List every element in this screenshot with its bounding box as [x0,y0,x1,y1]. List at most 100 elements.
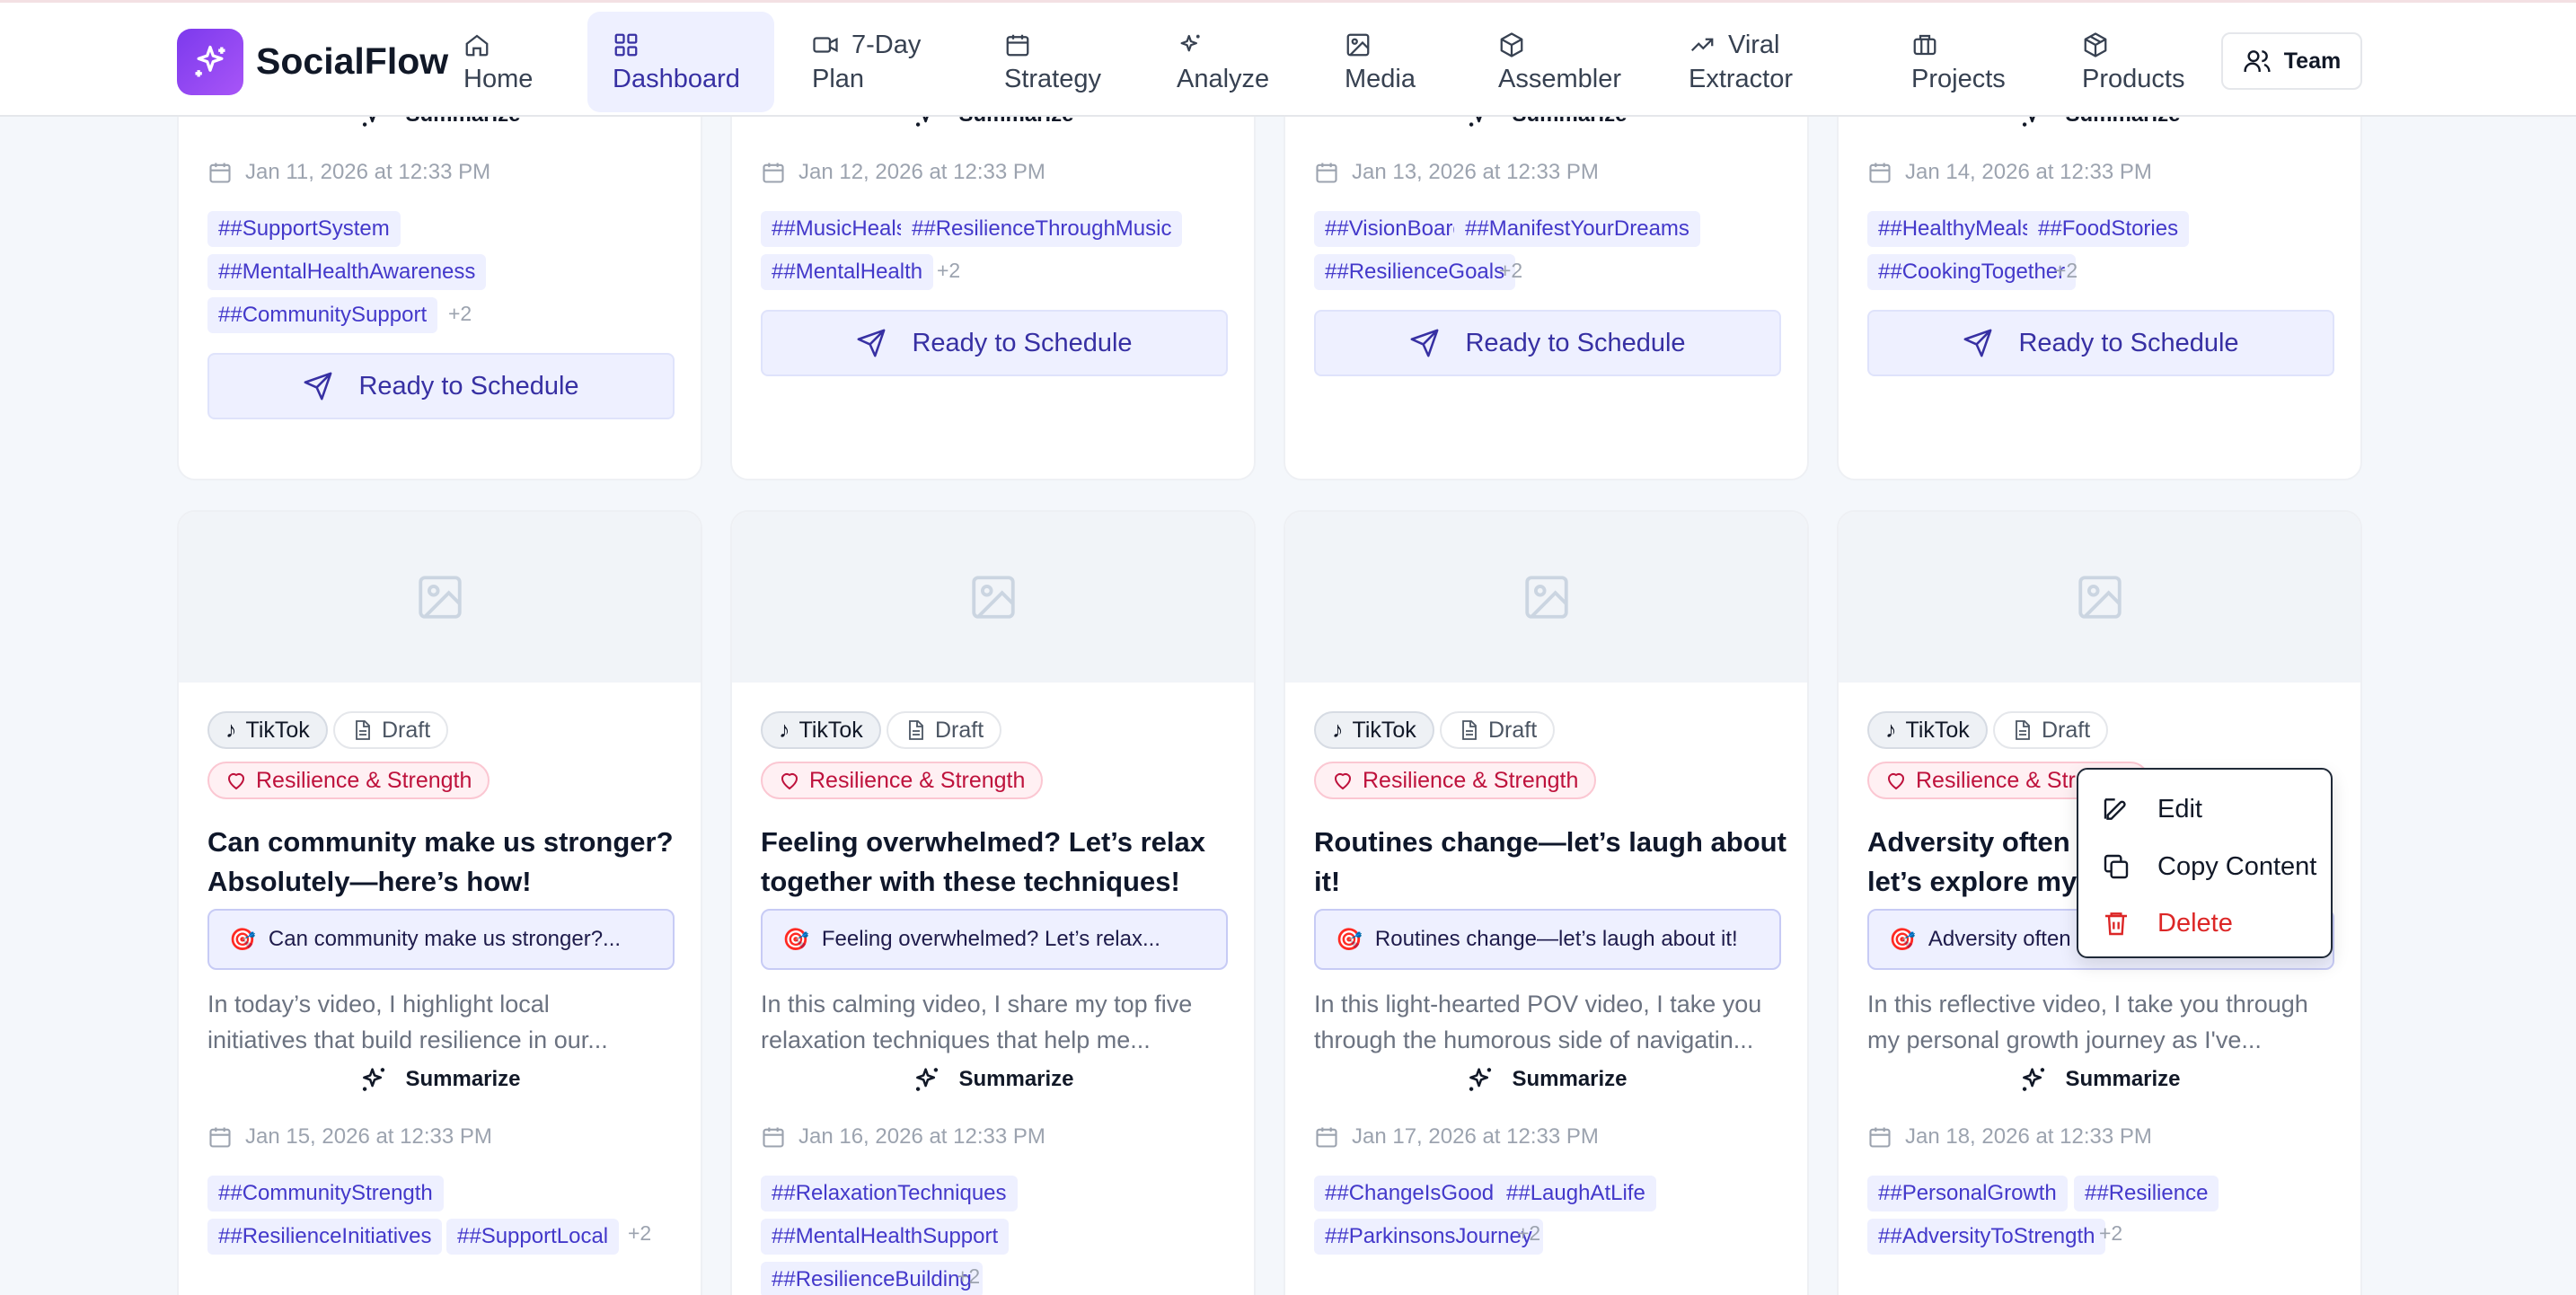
content-card[interactable]: ♪ TikTok Draft Resilience & Strength Can com… [177,510,702,1295]
hashtag: ##HealthyMeals [1867,211,2044,247]
package-icon [2084,32,2107,57]
hashtag: ##CommunityStrength [207,1176,444,1211]
content-card[interactable]: ♪ TikTok Draft Resilience & Strength Routine… [1284,510,1809,1295]
hashtag: ##PersonalGrowth [1867,1176,2068,1211]
desc-line: through the humorous side of navigatin..… [1314,1026,1754,1053]
scheduled-date: Jan 16, 2026 at 12:33 PM [761,1124,1045,1150]
summarize-button[interactable]: Summarize [732,1062,1254,1097]
nav-products-label: Products [2082,65,2185,93]
platform-badge: ♪ TikTok [1867,711,1988,749]
scheduled-date: Jan 14, 2026 at 12:33 PM [1867,160,2152,185]
nav-projects[interactable]: Projects [1886,12,2048,112]
more-tags-count[interactable]: +2 [448,302,472,326]
status-badge: Draft [1440,711,1556,749]
hook-box: 🎯 Can community make us stronger?... [207,909,675,970]
nav-assembler[interactable]: Assembler [1473,12,1644,112]
nav-strategy[interactable]: Strategy [979,12,1132,112]
hashtag: ##MentalHealthAwareness [207,254,487,290]
team-button[interactable]: Team [2221,32,2362,90]
post-title[interactable]: Can community make us stronger? Absolutel… [207,823,684,902]
nav-analyze[interactable]: Analyze [1151,12,1304,112]
image-placeholder-icon [418,576,462,619]
platform-label: TikTok [245,717,310,743]
more-tags-count[interactable]: +2 [1499,259,1522,283]
nav-home[interactable]: Home [438,12,582,112]
more-tags-count[interactable]: +2 [1517,1221,1540,1246]
ready-to-schedule-button[interactable]: Ready to Schedule [1314,310,1781,376]
summarize-label: Summarize [1512,1067,1628,1091]
desc-line: In this reflective video, I take you thr… [1867,991,2308,1018]
category-badge: Resilience & Strength [1314,762,1597,799]
more-tags-count[interactable]: +2 [2099,1221,2122,1246]
scheduled-date: Jan 12, 2026 at 12:33 PM [761,160,1045,185]
summarize-label: Summarize [958,1067,1074,1091]
image-placeholder-icon [2078,576,2122,619]
post-description: In this reflective video, I take you thr… [1867,986,2352,1058]
ready-to-schedule-button[interactable]: Ready to Schedule [207,353,675,419]
category-label: Resilience & Strength [809,767,1026,793]
summarize-button[interactable]: Summarize [1839,1062,2360,1097]
ready-to-schedule-button[interactable]: Ready to Schedule [1867,310,2334,376]
post-title[interactable]: Routines change—let’s laugh about it! [1314,823,1790,902]
status-label: Draft [382,717,431,743]
send-icon [1964,329,1992,357]
nav-projects-label: Projects [1911,65,2006,93]
image-placeholder-icon [1524,576,1568,619]
content-card[interactable]: ♪ TikTok Draft Resilience & Strength Feeling… [730,510,1256,1295]
hashtag: ##AdversityToStrength [1867,1219,2106,1255]
nav-7day-plan[interactable]: 7-Day Plan [787,12,948,112]
sparkles-icon [363,1068,385,1091]
more-tags-count[interactable]: +2 [2054,259,2078,283]
hashtag: ##VisionBoard [1314,211,1476,247]
thumbnail-placeholder [1839,512,2360,683]
menu-delete[interactable]: Delete [2078,898,2331,948]
date-text: Jan 13, 2026 at 12:33 PM [1352,160,1599,184]
users-icon [2244,50,2271,72]
calendar-icon [209,163,231,183]
nav-plan-label1: 7-Day [851,30,922,59]
logo-icon[interactable] [177,29,243,95]
platform-badge: ♪ TikTok [1314,711,1434,749]
scheduled-date: Jan 18, 2026 at 12:33 PM [1867,1124,2152,1150]
more-tags-count[interactable]: +2 [957,1264,980,1289]
heart-icon [227,773,245,790]
date-text: Jan 18, 2026 at 12:33 PM [1905,1124,2152,1149]
sparkles-icon [2023,1068,2045,1091]
hashtag: ##SupportSystem [207,211,401,247]
menu-edit[interactable]: Edit [2078,784,2331,834]
hook-text: Can community make us stronger?... [268,927,622,951]
nav-products[interactable]: Products [2057,12,2219,112]
nav-viral-label1: Viral [1728,30,1780,59]
nav-dashboard[interactable]: Dashboard [587,12,774,112]
trash-icon [2105,912,2127,936]
nav-viral-label2: Extractor [1689,65,1794,93]
top-navbar: SocialFlow Home Dashboard 7-Day Plan Str… [0,0,2576,117]
date-text: Jan 11, 2026 at 12:33 PM [245,160,491,184]
calendar-icon [1316,1127,1337,1148]
title-line: together with these techniques! [761,866,1180,897]
heart-icon [781,773,798,790]
hashtag: ##ChangeIsGood [1314,1176,1505,1211]
nav-media[interactable]: Media [1319,12,1454,112]
summarize-button[interactable]: Summarize [179,1062,701,1097]
more-tags-count[interactable]: +2 [628,1221,651,1246]
app-name[interactable]: SocialFlow [256,40,448,83]
post-title[interactable]: Feeling overwhelmed? Let’s relax together… [761,823,1237,902]
summarize-button[interactable]: Summarize [1285,1062,1807,1097]
sparkles-icon [1469,1068,1492,1091]
more-tags-count[interactable]: +2 [937,259,960,283]
music-note-icon: ♪ [1885,717,1897,743]
document-icon [2016,720,2030,740]
target-icon: 🎯 [1889,927,1916,952]
trending-icon [1690,38,1714,52]
post-description: In this light-hearted POV video, I take … [1314,986,1799,1058]
menu-copy-content[interactable]: Copy Content [2078,841,2331,892]
platform-label: TikTok [1905,717,1970,743]
date-text: Jan 14, 2026 at 12:33 PM [1905,160,2152,184]
ready-to-schedule-button[interactable]: Ready to Schedule [761,310,1228,376]
title-line: Feeling overwhelmed? Let’s relax [761,826,1206,858]
thumbnail-placeholder [1285,512,1807,683]
nav-viral-extractor[interactable]: Viral Extractor [1663,12,1843,112]
date-text: Jan 12, 2026 at 12:33 PM [798,160,1045,184]
grid-icon [614,33,638,57]
